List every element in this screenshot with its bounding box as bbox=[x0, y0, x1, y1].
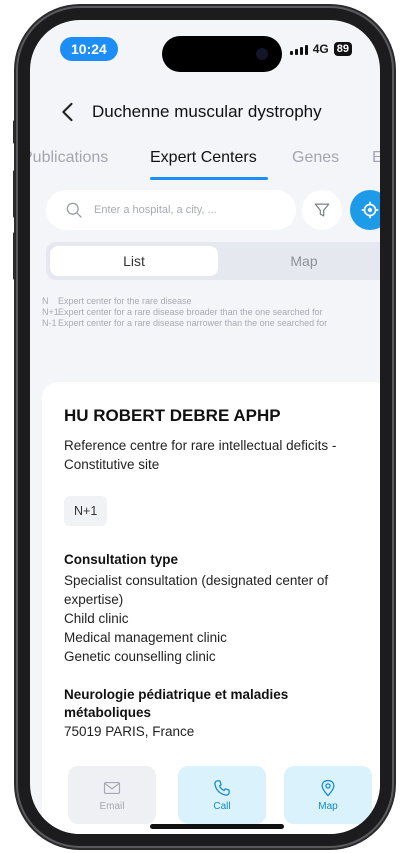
dynamic-island bbox=[162, 36, 282, 72]
legend-code: N bbox=[42, 296, 49, 306]
tab-bar: Publications Expert Centers Genes Epi bbox=[30, 140, 380, 180]
tab-publications[interactable]: Publications bbox=[30, 149, 108, 167]
camera-icon bbox=[256, 48, 268, 60]
legend-item: N-1 Expert center for a rare disease nar… bbox=[42, 318, 376, 329]
search-bar bbox=[46, 190, 296, 230]
page-title: Duchenne muscular dystrophy bbox=[92, 102, 322, 121]
location-pin-icon bbox=[321, 779, 335, 797]
signal-icon bbox=[289, 44, 308, 55]
email-button[interactable]: Email bbox=[68, 766, 156, 824]
consultation-type-item: Genetic counselling clinic bbox=[64, 649, 216, 664]
locate-button[interactable] bbox=[350, 190, 380, 230]
legend-text: Expert center for a rare disease broader… bbox=[58, 307, 323, 317]
level-legend: N Expert center for the rare disease N+1… bbox=[42, 296, 376, 329]
filter-button[interactable] bbox=[302, 190, 342, 230]
tab-expert-centers[interactable]: Expert Centers bbox=[150, 149, 257, 167]
view-toggle: List Map bbox=[46, 242, 380, 280]
legend-item: N Expert center for the rare disease bbox=[42, 296, 376, 307]
center-description: Reference centre for rare intellectual d… bbox=[64, 438, 337, 472]
battery-icon: 89 bbox=[333, 42, 352, 56]
legend-text: Expert center for the rare disease bbox=[58, 296, 192, 306]
tab-epi[interactable]: Epi bbox=[372, 149, 380, 167]
consultation-type-item: Child clinic bbox=[64, 611, 129, 626]
search-icon bbox=[64, 200, 84, 220]
search-input[interactable] bbox=[94, 204, 284, 216]
map-view-tab[interactable]: Map bbox=[222, 246, 380, 276]
call-label: Call bbox=[213, 801, 231, 812]
phone-icon bbox=[214, 780, 230, 796]
home-indicator bbox=[150, 824, 284, 829]
filter-icon bbox=[314, 203, 330, 217]
consultation-type-title: Consultation type bbox=[64, 552, 178, 567]
status-time: 10:24 bbox=[60, 37, 118, 61]
chevron-left-icon[interactable] bbox=[54, 98, 82, 126]
call-button[interactable]: Call bbox=[178, 766, 266, 824]
legend-item: N+1 Expert center for a rare disease bro… bbox=[42, 307, 376, 318]
center-address: 75019 PARIS, France bbox=[64, 724, 195, 739]
header: Duchenne muscular dystrophy bbox=[30, 92, 380, 134]
map-button[interactable]: Map bbox=[284, 766, 372, 824]
email-label: Email bbox=[99, 801, 125, 812]
map-label: Map bbox=[318, 801, 338, 812]
consultation-type-item: Specialist consultation (designated cent… bbox=[64, 573, 329, 607]
center-name: HU ROBERT DEBRE APHP bbox=[64, 406, 281, 425]
legend-text: Expert center for a rare disease narrowe… bbox=[58, 318, 328, 328]
list-view-tab[interactable]: List bbox=[50, 246, 218, 276]
status-indicators: 4G 89 bbox=[289, 42, 352, 56]
level-badge: N+1 bbox=[64, 496, 108, 526]
network-label: 4G bbox=[312, 42, 329, 56]
mail-icon bbox=[103, 782, 121, 794]
legend-code: N-1 bbox=[42, 318, 57, 328]
status-bar: 10:24 4G 89 bbox=[30, 20, 380, 74]
tab-genes[interactable]: Genes bbox=[292, 149, 339, 167]
consultation-type-item: Medical management clinic bbox=[64, 630, 227, 645]
phone-screen: 10:24 4G 89 Duchenne muscular dystrophy … bbox=[30, 20, 380, 834]
contact-actions: Email Call Map bbox=[42, 766, 380, 826]
legend-code: N+1 bbox=[42, 307, 59, 317]
department-name: Neurologie pédiatrique et maladies métab… bbox=[64, 687, 289, 720]
crosshair-icon bbox=[361, 201, 379, 219]
active-tab-indicator bbox=[150, 177, 268, 180]
